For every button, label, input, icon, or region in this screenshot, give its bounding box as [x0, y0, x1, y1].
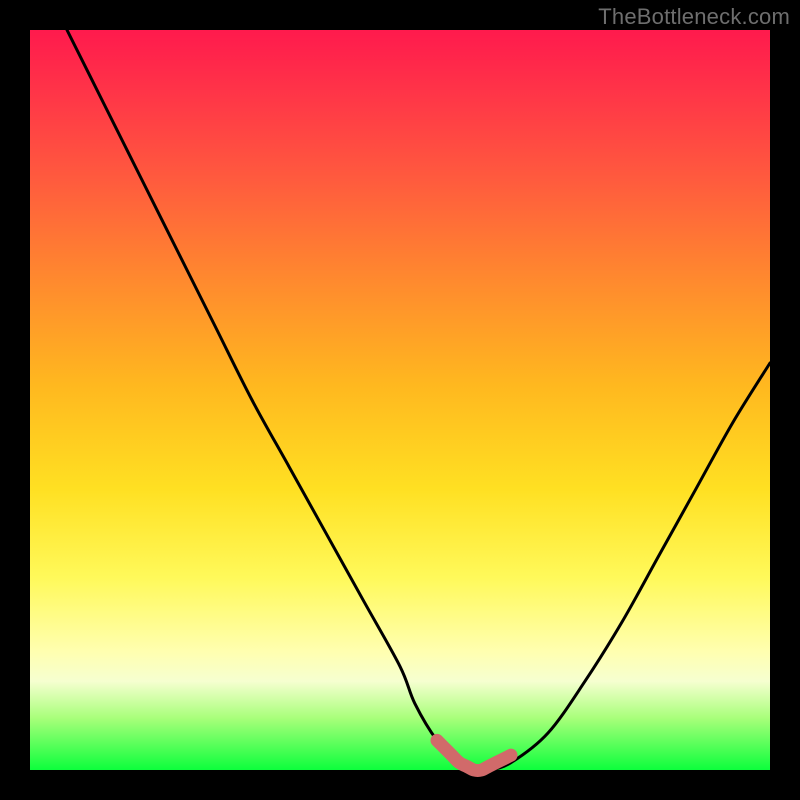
bottleneck-curve — [67, 30, 770, 771]
watermark-text: TheBottleneck.com — [598, 4, 790, 30]
plot-area — [30, 30, 770, 770]
chart-frame: TheBottleneck.com — [0, 0, 800, 800]
optimal-range-marker — [437, 740, 511, 770]
curve-svg — [30, 30, 770, 770]
